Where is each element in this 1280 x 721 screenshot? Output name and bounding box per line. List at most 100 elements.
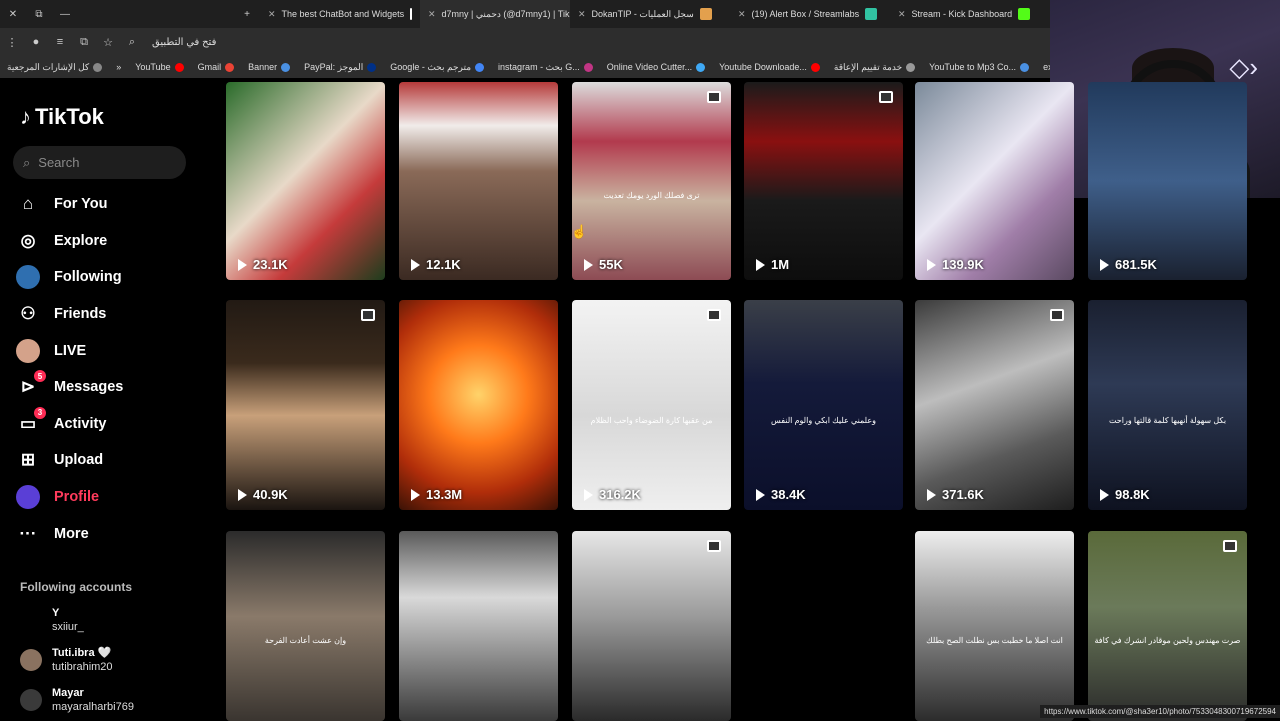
browser-tab[interactable]: ✕ DokanTIP - سجل العمليات [570,0,730,28]
view-count-text: 98.8K [1115,487,1150,502]
bookmark-item[interactable]: instagram - بحث G... [491,62,600,73]
video-thumbnail[interactable] [399,531,558,721]
search-icon[interactable]: ⌕ [120,36,144,49]
nav-item-messages[interactable]: ⊳5Messages [16,369,206,406]
bookmark-label: exe.io [1043,62,1050,72]
close-tab-icon[interactable]: ✕ [428,9,436,20]
video-thumbnail[interactable]: وعلمني عليك ابكي والوم النفس38.4K [744,300,903,510]
nav-item-profile[interactable]: Profile [16,479,206,516]
bookmark-label: YouTube [135,62,170,72]
close-tab-icon[interactable]: ✕ [268,9,276,20]
bookmark-star-icon[interactable]: ☆ [96,36,120,49]
following-account[interactable]: Ysxiiur_ [20,606,210,634]
close-tab-icon[interactable]: ✕ [738,9,746,20]
extension-icon[interactable]: ● [24,36,48,48]
browser-tab[interactable]: ✕(19) Alert Box / Streamlabs [730,0,890,28]
video-thumbnail[interactable]: 12.1K [399,82,558,280]
close-tab-icon[interactable]: ✕ [578,9,586,20]
bookmark-item[interactable]: كل الإشارات المرجعية [0,62,109,73]
view-count: 139.9K [927,257,984,272]
thumbnail-caption: ترى فصلك الورد يومك تعديت [572,191,731,200]
video-thumbnail[interactable]: وإن عشت أعادت الفرحة [226,531,385,721]
messages-icon: ⊳5 [16,375,40,399]
view-count: 55K [584,257,623,272]
bookmark-item[interactable]: PayPal: الموجز [297,62,383,73]
tab-search-icon[interactable]: ≡ [48,36,72,48]
following-account[interactable]: Tuti.ibra 🤍tutibrahim20 [20,646,210,674]
nav-label: Activity [54,416,106,432]
bookmark-favicon-icon [584,63,593,72]
video-thumbnail[interactable]: 371.6K [915,300,1074,510]
bookmark-favicon-icon [811,63,820,72]
upload-icon: ⊞ [16,448,40,472]
view-count-text: 13.3M [426,487,462,502]
photo-post-icon [1050,309,1064,321]
bookmark-item[interactable]: Banner [241,62,297,72]
browser-tab[interactable]: ✕The best ChatBot and Widgets [260,0,420,28]
nav-item-more[interactable]: ···More [16,515,206,552]
tiktok-logo[interactable]: ♪ TikTok [20,104,104,130]
bookmark-item[interactable]: exe.io [1036,62,1050,72]
video-thumbnail[interactable]: 681.5K [1088,82,1247,280]
avatar [20,649,42,671]
following-avatar-icon [16,265,40,289]
play-icon [927,259,936,271]
following-account[interactable]: Mayarmayaralharbi769 [20,686,210,714]
bookmark-item[interactable]: خدمة تقييم الإعاقة [827,62,922,73]
browser-tab[interactable]: ✕Stream - Kick Dashboard [890,0,1050,28]
friends-icon: ⚇ [16,302,40,326]
bookmark-favicon-icon [475,63,484,72]
video-thumbnail[interactable]: 13.3M [399,300,558,510]
browser-tab[interactable]: ✕d7mny | دحمني (@d7mny1) | Tik [420,0,570,28]
nav-item-upload[interactable]: ⊞Upload [16,442,206,479]
view-count: 1M [756,257,789,272]
bookmark-favicon-icon [367,63,376,72]
video-thumbnail[interactable]: بكل سهولة أنهيها كلمة قالتها وراحت 98.8K [1088,300,1247,510]
close-window-icon[interactable]: ✕ [0,9,26,20]
bookmark-item[interactable]: YouTube to Mp3 Co... [922,62,1036,72]
menu-dots-icon[interactable]: ⋮ [0,36,24,49]
play-icon [584,259,593,271]
nav-item-following[interactable]: Following [16,259,206,296]
play-icon [411,259,420,271]
bookmark-item[interactable]: Google - مترجم بحث [383,62,491,73]
video-thumbnail[interactable]: 139.9K [915,82,1074,280]
bookmark-item[interactable]: Gmail [191,62,242,72]
bookmarks-overflow-icon[interactable]: » [109,62,128,72]
video-thumbnail[interactable] [572,531,731,721]
video-thumbnail[interactable] [744,531,903,721]
nav-label: More [54,526,89,542]
bookmark-item[interactable]: Online Video Cutter... [600,62,712,72]
nav-item-friends[interactable]: ⚇Friends [16,296,206,333]
tab-title: DokanTIP - سجل العمليات [592,9,694,20]
nav-item-live[interactable]: LIVE [16,332,206,369]
video-thumbnail[interactable]: ترى فصلك الورد يومك تعديت 55K [572,82,731,280]
thumbnail-caption: انت اصلا ما خطبت بس نطلت الصح بطلك [915,636,1074,645]
share-icon[interactable]: ⧉ [72,36,96,49]
nav-item-activity[interactable]: ▭3Activity [16,406,206,443]
bookmark-label: Gmail [198,62,222,72]
video-thumbnail[interactable]: من عقبها كارة الضوضاء واحب الظلام316.2K [572,300,731,510]
bookmark-item[interactable]: Youtube Downloade... [712,62,827,72]
nav-item-for-you[interactable]: ⌂For You [16,186,206,223]
video-thumbnail[interactable]: 23.1K [226,82,385,280]
notification-badge: 5 [34,370,46,382]
restore-window-icon[interactable]: ⧉ [26,9,52,20]
search-input[interactable]: ⌕ Search [13,146,186,179]
video-thumbnail[interactable]: 1M [744,82,903,280]
nav-item-explore[interactable]: ◎Explore [16,223,206,260]
photo-post-icon [361,309,375,321]
bookmark-favicon-icon [1020,63,1029,72]
new-tab-icon[interactable]: + [234,9,260,20]
close-tab-icon[interactable]: ✕ [898,9,906,20]
address-bar: ⋮ ● ≡ ⧉ ☆ ⌕ فتح في التطبيق [0,28,1050,56]
video-thumbnail[interactable]: 40.9K [226,300,385,510]
video-thumbnail[interactable]: انت اصلا ما خطبت بس نطلت الصح بطلك [915,531,1074,721]
play-icon [756,259,765,271]
open-in-app-text[interactable]: فتح في التطبيق [152,37,216,48]
thumbnail-caption: بكل سهولة أنهيها كلمة قالتها وراحت [1088,416,1247,425]
bookmark-item[interactable]: YouTube [128,62,190,72]
video-thumbnail[interactable]: صرت مهندس ولحين موقادر انشرك في كافة [1088,531,1247,721]
bookmark-label: Online Video Cutter... [607,62,692,72]
minimize-window-icon[interactable]: — [52,9,78,20]
